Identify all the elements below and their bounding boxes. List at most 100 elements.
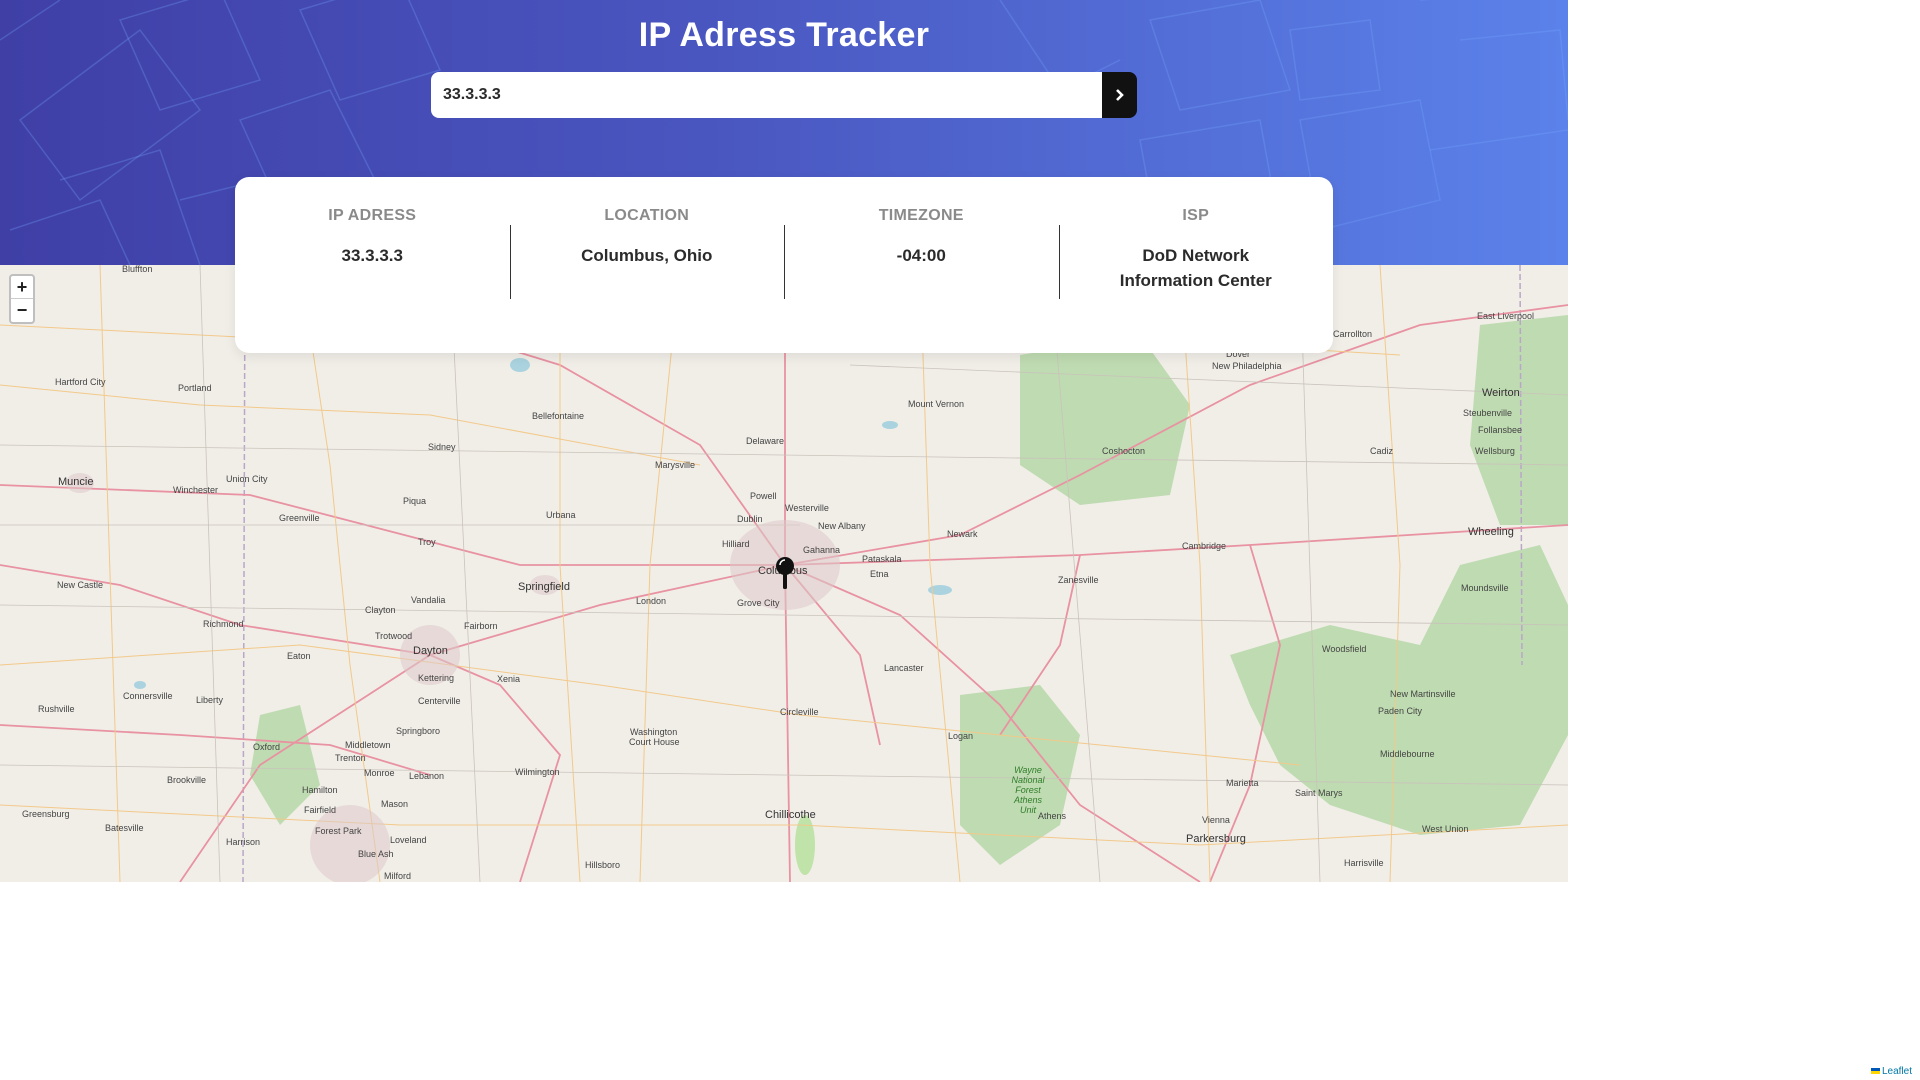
map-city-label: Newark [947,529,978,539]
map-city-label: Woodsfield [1322,644,1367,654]
isp-value: DoD Network Information Center [1119,246,1272,290]
map-city-label: Sidney [428,442,456,452]
map-city-label: Cambridge [1182,541,1227,551]
map-city-label: Xenia [497,674,521,684]
timezone-panel: TIMEZONE -04:00 [784,205,1059,353]
ip-search-input[interactable] [431,72,1102,118]
map-city-label: Grove City [737,598,780,608]
zoom-control: + − [9,274,35,324]
search-submit-button[interactable] [1102,72,1137,118]
map-city-label: Fairborn [464,621,498,631]
map-city-label: Clayton [365,605,396,615]
map-city-label: Cadiz [1370,446,1394,456]
ip-address-label: IP ADRESS [328,207,417,224]
map-city-label: Hartford City [55,377,106,387]
timezone-label: TIMEZONE [878,207,964,224]
map-city-label: Springfield [518,581,570,593]
map-city-label: Mount Vernon [908,399,965,409]
zoom-in-button[interactable]: + [11,276,33,299]
map-city-label: Westerville [785,503,829,513]
map-city-label: Mason [381,799,409,809]
map-city-label: Bellefontaine [532,411,585,421]
map-city-label: Eaton [287,651,311,661]
map-city-label: Circleville [780,707,819,717]
map-city-label: Trenton [335,753,366,763]
map-city-label: New Castle [57,580,104,590]
map-city-label: Steubenville [1463,408,1513,418]
map-city-label: Fairfield [304,805,337,815]
ip-info-card: IP ADRESS 33.3.3.3 LOCATION Columbus, Oh… [235,177,1333,353]
map-city-label: New Philadelphia [1212,361,1282,371]
map-city-label: Etna [870,569,889,579]
map-city-label: New Martinsville [1390,689,1456,699]
ip-address-panel: IP ADRESS 33.3.3.3 [235,205,510,353]
map-city-label: Parkersburg [1186,833,1246,845]
ip-address-value: 33.3.3.3 [341,246,403,265]
page-title: IP Adress Tracker [638,16,930,54]
map-city-label: Harrison [226,837,261,847]
map-city-label: Logan [948,731,974,741]
map-city-label: Union City [226,474,268,484]
map-city-label: Saint Marys [1295,788,1343,798]
map-city-label: Follansbee [1478,425,1523,435]
map-city-label: Portland [178,383,212,393]
isp-panel: ISP DoD Network Information Center [1058,205,1334,353]
map-city-label: Vienna [1202,815,1230,825]
map-city-label: Marietta [1226,778,1259,788]
map-city-label: Paden City [1378,706,1423,716]
leaflet-link[interactable]: Leaflet [1882,1066,1912,1077]
map-city-label: Springboro [396,726,441,736]
map-city-label: Vandalia [411,595,446,605]
map-city-label: Wheeling [1468,526,1514,538]
map-city-label: Rushville [38,704,75,714]
map-city-label: Batesville [105,823,144,833]
zoom-out-button[interactable]: − [11,299,33,322]
map-city-label: Trotwood [375,631,413,641]
map-city-label: Gahanna [803,545,841,555]
map-city-label: Dayton [413,645,448,657]
map-city-label: Kettering [418,673,455,683]
map-city-label: Connersville [123,691,173,701]
map-attribution[interactable]: Leaflet [1866,1065,1916,1078]
map-city-label: Weirton [1482,387,1520,399]
location-value: Columbus, Ohio [581,246,713,265]
map-city-label: Troy [418,537,436,547]
map-city-label: Urbana [546,510,576,520]
map-city-label: East Liverpool [1477,311,1535,321]
map-city-label: Forest Park [315,826,362,836]
ip-search-form [431,72,1137,118]
map-city-label: London [636,596,667,606]
isp-label: ISP [1182,207,1210,224]
map-city-label: Centerville [418,696,461,706]
map-city-label: Court House [629,737,680,747]
map-city-label: Oxford [253,742,281,752]
map-city-label: Wilmington [515,767,560,777]
map-city-label: Powell [750,491,777,501]
map-city-label: Winchester [173,485,219,495]
map-city-label: Loveland [390,835,427,845]
location-label: LOCATION [604,207,690,224]
map-city-label: Coshocton [1102,446,1146,456]
map-city-label: Pataskala [862,554,902,564]
map-city-label: Muncie [58,476,94,488]
map-city-label: Marysville [655,460,696,470]
map-city-label: Lebanon [409,771,445,781]
location-marker-icon[interactable] [775,556,795,595]
map-city-label: Wayne National Forest Athens Unit [1011,765,1045,815]
map-city-label: New Albany [818,521,866,531]
map-city-label: Monroe [364,768,395,778]
map-city-label: Milford [384,871,412,881]
map-city-label: Middletown [345,740,391,750]
map-city-label: Hamilton [302,785,338,795]
map-city-label: Hillsboro [585,860,621,870]
map-city-label: Washington [630,727,678,737]
map-city-label: Zanesville [1058,575,1099,585]
map-city-label: West Union [1422,824,1469,834]
map-city-label: Blue Ash [358,849,394,859]
map-city-label: Moundsville [1461,583,1509,593]
map-city-label: Greenville [279,513,320,523]
location-panel: LOCATION Columbus, Ohio [509,205,785,353]
map-city-label: Lancaster [884,663,924,673]
ukraine-flag-icon [1870,1068,1880,1074]
chevron-right-icon [1115,89,1124,101]
